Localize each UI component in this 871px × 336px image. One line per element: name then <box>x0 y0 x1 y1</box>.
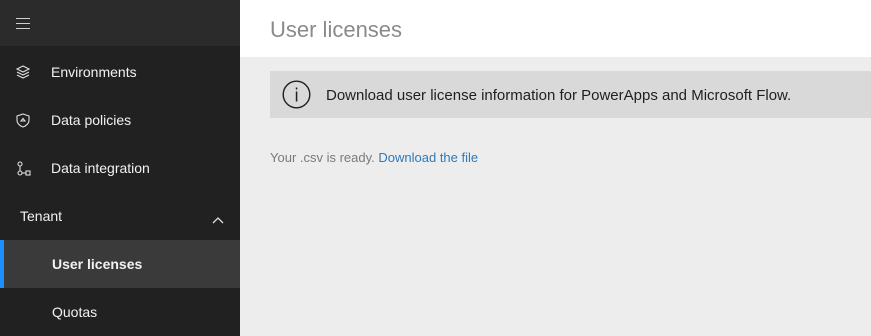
sidebar-item-data-policies[interactable]: Data policies <box>0 96 240 144</box>
sidebar-item-label: User licenses <box>52 256 143 272</box>
sidebar-item-label: Data integration <box>51 160 150 176</box>
active-indicator <box>0 240 4 288</box>
info-banner-text: Download user license information for Po… <box>326 87 792 104</box>
status-text: Your .csv is ready. <box>270 150 379 165</box>
sidebar-item-label: Quotas <box>52 304 98 320</box>
sidebar-item-label: Data policies <box>51 112 132 128</box>
main-content: User licenses Download user license info… <box>240 0 871 336</box>
sidebar-item-quotas[interactable]: Quotas <box>0 288 240 336</box>
page-header: User licenses <box>240 0 871 57</box>
chevron-up-icon[interactable] <box>212 211 224 227</box>
sidebar-item-environments[interactable]: Environments <box>0 48 240 96</box>
status-message: Your .csv is ready. Download the file <box>270 150 478 166</box>
sidebar-item-data-integration[interactable]: Data integration <box>0 144 240 192</box>
page-title: User licenses <box>270 17 403 42</box>
info-icon <box>282 80 311 109</box>
sidebar-section-tenant[interactable]: Tenant <box>0 192 240 240</box>
data-integration-icon <box>15 160 31 176</box>
sidebar-item-label: Environments <box>51 64 137 80</box>
hamburger-icon[interactable] <box>16 18 30 29</box>
sidebar-header <box>0 0 240 46</box>
info-banner: Download user license information for Po… <box>270 71 871 118</box>
download-file-link[interactable]: Download the file <box>378 150 478 165</box>
layers-icon <box>15 64 31 80</box>
sidebar: Environments Data policies Data integrat… <box>0 0 240 336</box>
shield-icon <box>15 112 31 128</box>
sidebar-section-label: Tenant <box>20 208 63 224</box>
sidebar-item-user-licenses[interactable]: User licenses <box>0 240 240 288</box>
